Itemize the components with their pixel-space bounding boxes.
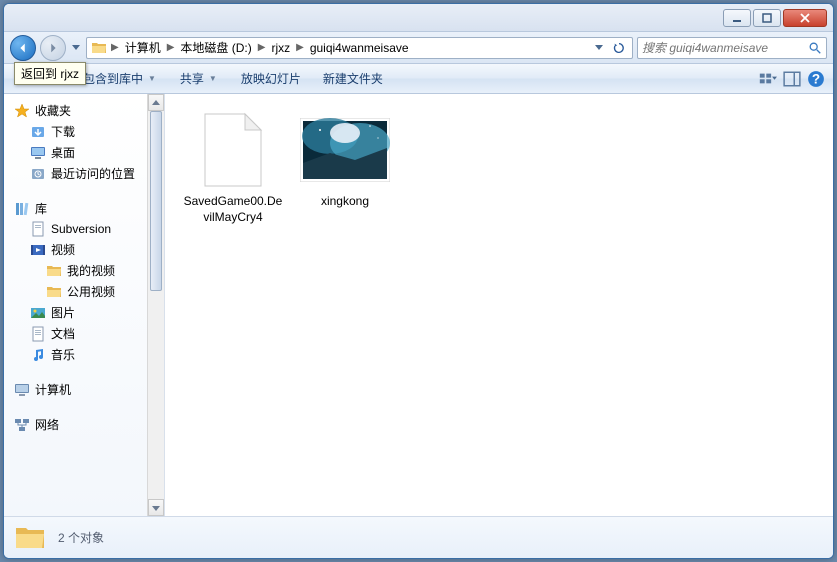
new-folder-button[interactable]: 新建文件夹 xyxy=(313,67,393,90)
folder-icon xyxy=(46,263,62,279)
sidebar-item-public-videos[interactable]: 公用视频 xyxy=(4,281,164,302)
titlebar xyxy=(4,4,833,32)
crumb-folder-1[interactable]: rjxz xyxy=(267,38,294,58)
scroll-up-icon[interactable] xyxy=(148,94,164,111)
libraries-group[interactable]: 库 xyxy=(4,198,164,219)
file-icon xyxy=(188,110,278,190)
download-icon xyxy=(30,124,46,140)
sidebar-item-downloads[interactable]: 下载 xyxy=(4,121,164,142)
file-item[interactable]: xingkong xyxy=(295,110,395,210)
status-bar: 2 个对象 xyxy=(4,516,833,558)
file-list[interactable]: SavedGame00.DevilMayCry4 xingkong xyxy=(165,94,833,516)
sidebar-item-subversion[interactable]: Subversion xyxy=(4,219,164,239)
sidebar-item-pictures[interactable]: 图片 xyxy=(4,302,164,323)
computer-group[interactable]: 计算机 xyxy=(4,379,164,400)
file-label: SavedGame00.DevilMayCry4 xyxy=(183,194,283,225)
crumb-folder-2[interactable]: guiqi4wanmeisave xyxy=(306,38,413,58)
breadcrumb: 计算机▶ 本地磁盘 (D:)▶ rjxz▶ guiqi4wanmeisave xyxy=(121,38,413,58)
chevron-right-icon[interactable]: ▶ xyxy=(165,42,177,53)
status-text: 2 个对象 xyxy=(58,529,104,546)
navpane-scrollbar[interactable] xyxy=(147,94,164,516)
chevron-right-icon[interactable]: ▶ xyxy=(294,42,306,53)
back-tooltip: 返回到 rjxz xyxy=(14,62,86,85)
folder-icon xyxy=(46,284,62,300)
crumb-computer[interactable]: 计算机 xyxy=(121,38,165,58)
desktop-icon xyxy=(30,145,46,161)
explorer-window: ▶ 计算机▶ 本地磁盘 (D:)▶ rjxz▶ guiqi4wanmeisave… xyxy=(3,3,834,559)
sidebar-item-my-videos[interactable]: 我的视频 xyxy=(4,260,164,281)
share-button[interactable]: 共享 ▼ xyxy=(170,67,229,90)
navbar: ▶ 计算机▶ 本地磁盘 (D:)▶ rjxz▶ guiqi4wanmeisave… xyxy=(4,32,833,64)
close-button[interactable] xyxy=(783,9,827,27)
sidebar-item-music[interactable]: 音乐 xyxy=(4,344,164,365)
address-bar[interactable]: ▶ 计算机▶ 本地磁盘 (D:)▶ rjxz▶ guiqi4wanmeisave xyxy=(86,37,633,59)
favorites-group[interactable]: 收藏夹 xyxy=(4,100,164,121)
slideshow-button[interactable]: 放映幻灯片 xyxy=(231,67,311,90)
network-icon xyxy=(14,417,30,433)
chevron-right-icon[interactable]: ▶ xyxy=(256,42,268,53)
navigation-pane: 收藏夹 下载 桌面 最近访问的位置 库 Subversion 视频 我的视频 公… xyxy=(4,94,165,516)
video-icon xyxy=(30,242,46,258)
scroll-down-icon[interactable] xyxy=(148,499,164,516)
view-options-button[interactable] xyxy=(759,70,777,88)
nav-history-dropdown[interactable] xyxy=(70,38,82,58)
image-thumbnail xyxy=(300,110,390,190)
address-dropdown[interactable] xyxy=(590,39,608,57)
network-group[interactable]: 网络 xyxy=(4,414,164,435)
crumb-drive[interactable]: 本地磁盘 (D:) xyxy=(176,38,255,58)
scroll-thumb[interactable] xyxy=(150,111,162,291)
search-icon xyxy=(808,41,822,55)
folder-icon xyxy=(14,524,46,552)
file-label: xingkong xyxy=(321,194,369,210)
search-box[interactable] xyxy=(637,37,827,59)
include-library-button[interactable]: 包含到库中 ▼ xyxy=(73,67,168,90)
file-item[interactable]: SavedGame00.DevilMayCry4 xyxy=(183,110,283,225)
sidebar-item-videos[interactable]: 视频 xyxy=(4,239,164,260)
minimize-button[interactable] xyxy=(723,9,751,27)
refresh-button[interactable] xyxy=(610,39,628,57)
star-icon xyxy=(14,103,30,119)
maximize-button[interactable] xyxy=(753,9,781,27)
back-button[interactable] xyxy=(10,35,36,61)
preview-pane-button[interactable] xyxy=(783,70,801,88)
document-icon xyxy=(30,326,46,342)
forward-button[interactable] xyxy=(40,35,66,61)
search-input[interactable] xyxy=(642,41,808,55)
chevron-right-icon[interactable]: ▶ xyxy=(109,42,121,53)
recent-icon xyxy=(30,166,46,182)
toolbar: 组织 ▼ 包含到库中 ▼ 共享 ▼ 放映幻灯片 新建文件夹 ? xyxy=(4,64,833,94)
document-icon xyxy=(30,221,46,237)
sidebar-item-desktop[interactable]: 桌面 xyxy=(4,142,164,163)
sidebar-item-recent[interactable]: 最近访问的位置 xyxy=(4,163,164,184)
svg-text:?: ? xyxy=(812,71,820,86)
picture-icon xyxy=(30,305,46,321)
computer-icon xyxy=(14,382,30,398)
music-icon xyxy=(30,347,46,363)
sidebar-item-documents[interactable]: 文档 xyxy=(4,323,164,344)
folder-icon xyxy=(91,41,107,55)
help-button[interactable]: ? xyxy=(807,70,825,88)
library-icon xyxy=(14,201,30,217)
body: 收藏夹 下载 桌面 最近访问的位置 库 Subversion 视频 我的视频 公… xyxy=(4,94,833,516)
